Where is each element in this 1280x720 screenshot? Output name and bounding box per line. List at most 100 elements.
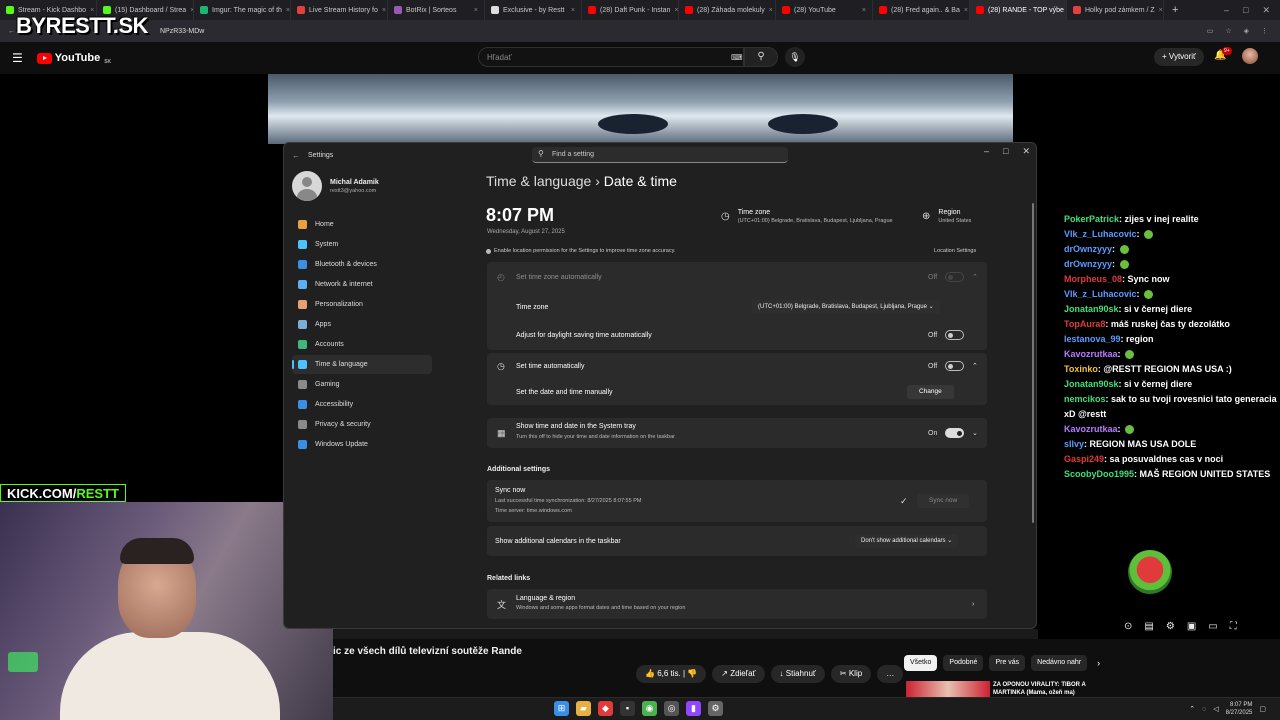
chevron-right-icon[interactable]: › [1097, 655, 1100, 671]
tab-close-icon[interactable]: × [567, 7, 575, 14]
nav-item[interactable]: Apps [292, 315, 432, 334]
new-tab-button[interactable]: + [1164, 4, 1186, 16]
nav-item[interactable]: Windows Update [292, 435, 432, 454]
tray-icon[interactable]: ⌃ [1189, 705, 1195, 713]
taskbar-clock[interactable]: 8:07 PM 8/27/2025 [1226, 701, 1253, 717]
find-setting-input[interactable]: Find a setting [532, 147, 788, 163]
nav-item[interactable]: Gaming [292, 375, 432, 394]
wifi-icon[interactable]: ◌ [1202, 706, 1206, 713]
browser-tab[interactable]: (28) Fred again.. & Ba × [873, 0, 970, 20]
nav-item[interactable]: Accessibility [292, 395, 432, 414]
clip-button[interactable]: ✂ Klip [830, 665, 872, 683]
chat-username[interactable]: sllvy [1064, 439, 1084, 449]
bookmark-star-icon[interactable]: ☆ [1225, 27, 1231, 35]
search-button[interactable]: ⚲ [744, 47, 778, 67]
recommended-title[interactable]: ZA OPONOU VIRALITY: TIBOR A MARTINKA (Ma… [993, 681, 1093, 697]
fullscreen-icon[interactable]: ⛶ [1230, 621, 1237, 632]
tab-close-icon[interactable]: × [765, 7, 773, 14]
tab-close-icon[interactable]: × [960, 7, 968, 14]
maximize-icon[interactable]: □ [1003, 146, 1008, 157]
cast-icon[interactable]: ▭ [1207, 27, 1214, 35]
user-profile[interactable]: Michal Adamik restt3@yahoo.com [292, 171, 379, 201]
tab-close-icon[interactable]: × [186, 7, 193, 14]
maximize-icon[interactable]: □ [1243, 5, 1248, 16]
tab-close-icon[interactable]: × [670, 7, 678, 14]
nav-item[interactable]: Accounts [292, 335, 432, 354]
chat-username[interactable]: Kavozrutkaa [1064, 424, 1118, 434]
chat-username[interactable]: Gaspi249 [1064, 454, 1104, 464]
tab-close-icon[interactable]: × [858, 7, 866, 14]
back-arrow-icon[interactable]: ← [292, 151, 300, 160]
nav-item[interactable]: Network & internet [292, 275, 432, 294]
miniplayer-icon[interactable]: ▣ [1187, 621, 1196, 632]
browser-tab[interactable]: Holky pod zámkem / Z × [1067, 0, 1164, 20]
change-button[interactable]: Change [907, 385, 954, 399]
dst-toggle[interactable] [945, 330, 964, 340]
chrome-icon[interactable]: ◉ [642, 701, 657, 716]
chip-similar[interactable]: Podobné [943, 655, 984, 671]
browser-tab[interactable]: Exclusive - by Restt × [485, 0, 582, 20]
start-icon[interactable]: ⊞ [554, 701, 569, 716]
tray-toggle[interactable] [945, 428, 964, 438]
chat-username[interactable]: Jonatan90sk [1064, 379, 1119, 389]
address-bar[interactable]: ← NPzR33-MDw ▭ ☆ ◈ ⋮ [0, 20, 1280, 42]
chat-username[interactable]: nemcikos [1064, 394, 1106, 404]
chat-username[interactable]: Morpheus_08 [1064, 274, 1122, 284]
download-button[interactable]: ↓ Stiahnuť [770, 665, 825, 683]
create-button[interactable]: + Vytvoriť [1154, 48, 1205, 66]
file-explorer-icon[interactable]: ▰ [576, 701, 591, 716]
chip-recent[interactable]: Nedávno nahr [1031, 655, 1088, 671]
chat-username[interactable]: Vlk_z_Luhacovic [1064, 229, 1137, 239]
chevron-up-icon[interactable]: ⌃ [972, 362, 978, 370]
nav-item[interactable]: Personalization [292, 295, 432, 314]
close-icon[interactable]: ✕ [1262, 5, 1270, 16]
settings-app-icon[interactable]: ⚙ [708, 701, 723, 716]
voice-search-button[interactable]: 🎙 [785, 47, 805, 67]
user-avatar[interactable] [1242, 48, 1258, 64]
youtube-logo[interactable]: YouTube SK [36, 51, 111, 65]
browser-tab[interactable]: (28) Záhada molekuly × [679, 0, 776, 20]
extensions-icon[interactable]: ◈ [1244, 27, 1249, 35]
nav-item[interactable]: Bluetooth & devices [292, 255, 432, 274]
chevron-up-icon[interactable]: ⌃ [972, 273, 978, 281]
like-button[interactable]: 👍 6,6 tis. | 👎 [636, 665, 707, 683]
browser-tab[interactable]: (28) RANDE - TOP výbe× [970, 0, 1067, 20]
url-text[interactable]: NPzR33-MDw [160, 28, 204, 35]
brave-icon[interactable]: ◆ [598, 701, 613, 716]
nav-item[interactable]: System [292, 235, 432, 254]
theater-mode-icon[interactable]: ▭ [1208, 621, 1217, 632]
keyboard-icon[interactable]: ⌨ [731, 53, 743, 62]
tab-close-icon[interactable]: × [378, 7, 386, 14]
browser-tab[interactable]: Imgur: The magic of th × [194, 0, 291, 20]
browser-tab[interactable]: Live Stream History fo × [291, 0, 388, 20]
location-settings-link[interactable]: Location Settings [934, 248, 976, 254]
tab-close-icon[interactable]: × [282, 7, 290, 14]
minimize-icon[interactable]: – [1224, 5, 1229, 16]
twitch-icon[interactable]: ▮ [686, 701, 701, 716]
breadcrumb-parent[interactable]: Time & language [486, 173, 591, 189]
chat-username[interactable]: drOwnzyyy [1064, 259, 1112, 269]
timezone-dropdown[interactable]: (UTC+01:00) Belgrade, Bratislava, Budape… [752, 300, 940, 314]
chat-username[interactable]: Vlk_z_Luhacovic [1064, 289, 1137, 299]
chat-username[interactable]: TopAura8 [1064, 319, 1105, 329]
media-icon[interactable]: ◎ [664, 701, 679, 716]
set-time-auto-toggle[interactable] [945, 361, 964, 371]
terminal-icon[interactable]: ▪ [620, 701, 635, 716]
hamburger-menu-icon[interactable]: ☰ [12, 51, 23, 65]
nav-item[interactable]: Time & language [292, 355, 432, 374]
chat-username[interactable]: ScoobyDoo1995 [1064, 469, 1134, 479]
browser-tab[interactable]: (28) YouTube × [776, 0, 873, 20]
chat-username[interactable]: drOwnzyyy [1064, 244, 1112, 254]
share-button[interactable]: ↗ Zdieľať [712, 665, 765, 683]
menu-icon[interactable]: ⋮ [1261, 27, 1268, 35]
chevron-down-icon[interactable]: ⌄ [972, 429, 978, 437]
minimize-icon[interactable]: – [984, 146, 989, 157]
volume-icon[interactable]: ◁ [1213, 705, 1218, 713]
close-icon[interactable]: ✕ [1022, 146, 1030, 157]
autoplay-toggle-icon[interactable]: ⊙ [1124, 621, 1132, 632]
language-region-card[interactable]: 文 Language & region Windows and some app… [487, 589, 987, 619]
chip-all[interactable]: Všetko [904, 655, 938, 671]
notification-center-icon[interactable]: ▢ [1259, 705, 1266, 713]
scrollbar[interactable] [1032, 203, 1034, 523]
browser-tab[interactable]: (28) Daft Punk - Instan × [582, 0, 679, 20]
